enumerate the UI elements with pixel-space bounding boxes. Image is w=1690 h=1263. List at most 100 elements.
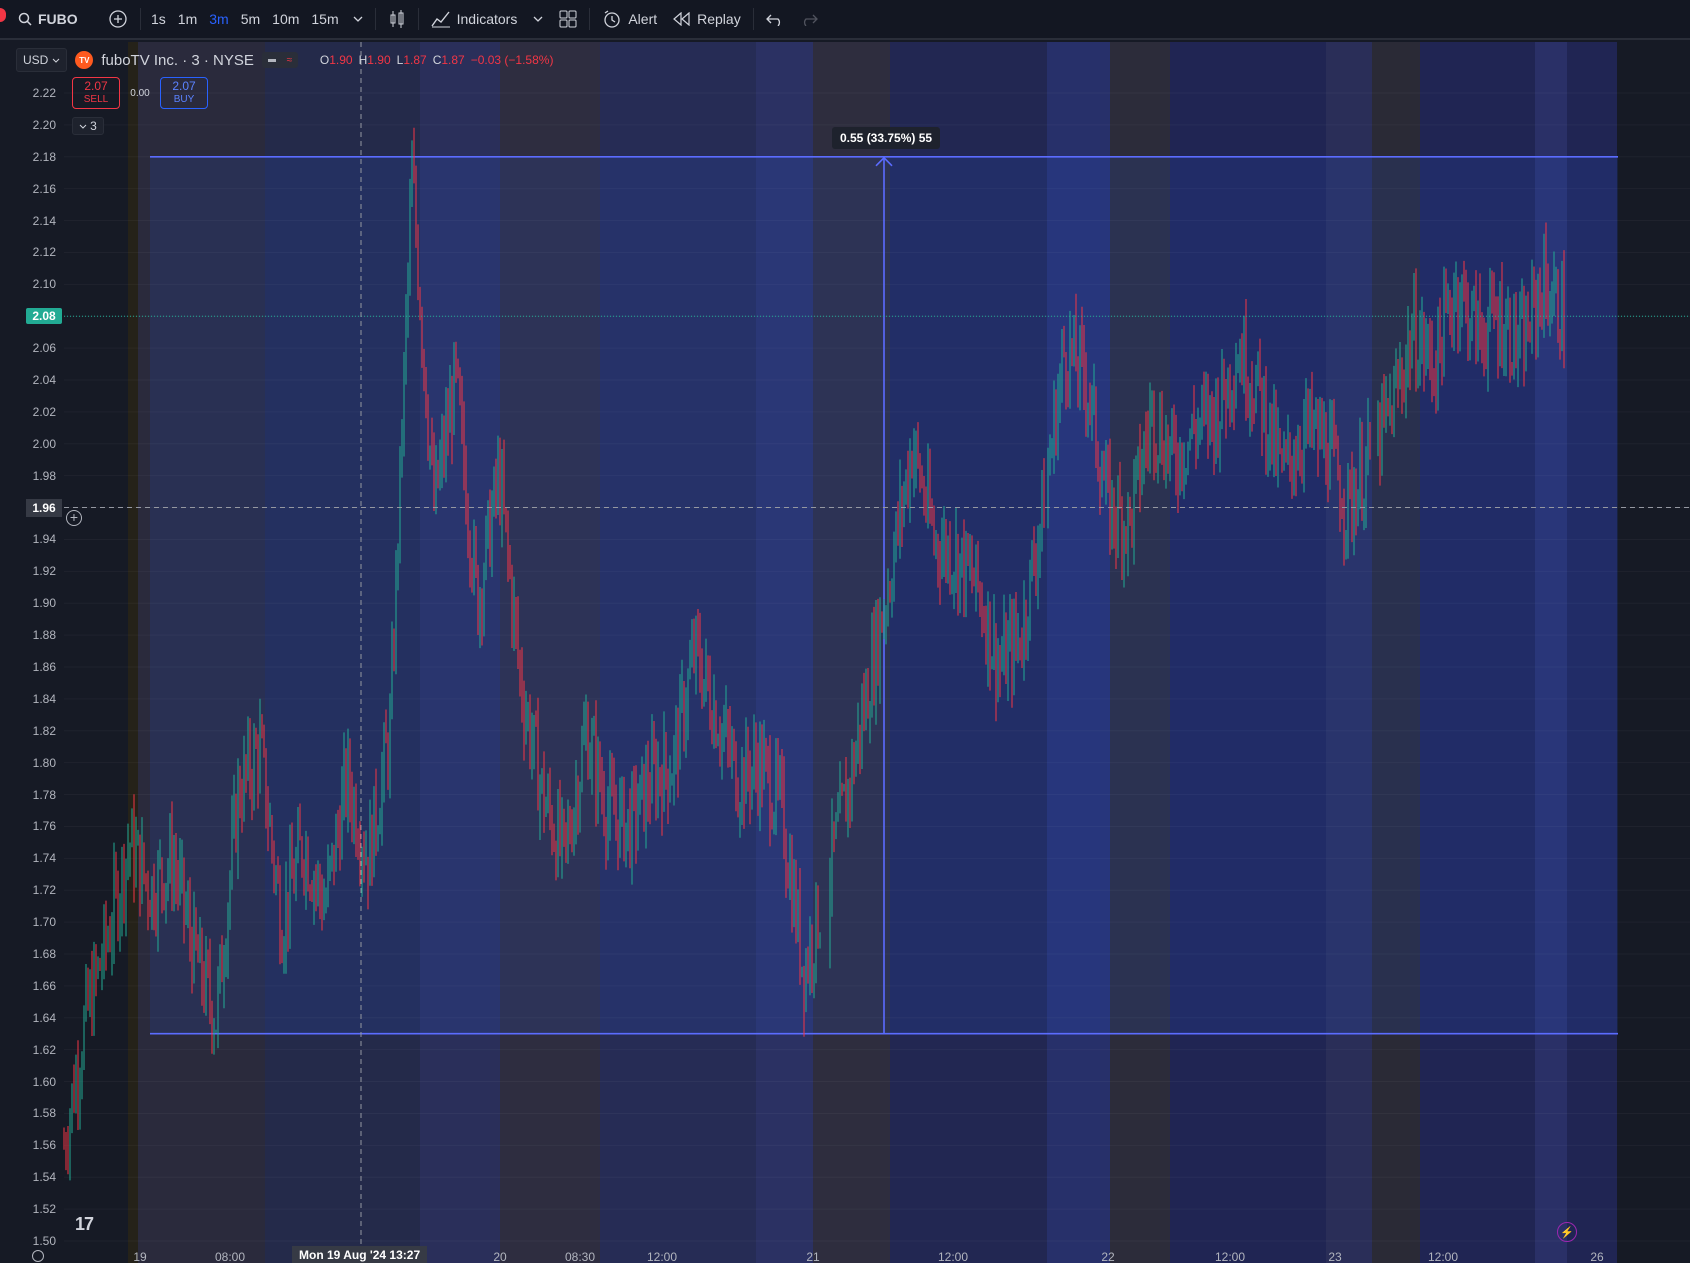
- price-tick-label: 2.16: [32, 181, 56, 196]
- chart-type-button[interactable]: [380, 0, 414, 38]
- chevron-down-icon: [533, 16, 543, 22]
- undo-button[interactable]: [758, 0, 792, 38]
- templates-button[interactable]: [551, 0, 585, 38]
- timeframe-dropdown-button[interactable]: [345, 0, 371, 38]
- price-tick-label: 1.84: [32, 691, 56, 706]
- price-tick-label: 1.98: [32, 468, 56, 483]
- time-tick-label: 20: [493, 1250, 507, 1263]
- divider: [417, 8, 419, 30]
- price-tick-label: 1.62: [32, 1042, 56, 1057]
- time-tick-label: 12:00: [1214, 1250, 1246, 1263]
- price-tick-label: 2.14: [32, 213, 56, 228]
- price-tick-label: 1.50: [32, 1234, 56, 1248]
- close-value: 1.87: [441, 53, 465, 67]
- grid-icon: [559, 10, 577, 28]
- timeframe-3m[interactable]: 3m: [203, 0, 234, 38]
- timeframe-1s[interactable]: 1s: [145, 0, 172, 38]
- price-tick-label: 2.00: [32, 436, 56, 451]
- time-tick-label: 12:00: [937, 1250, 969, 1263]
- divider: [589, 8, 591, 30]
- currency-label: USD: [23, 53, 49, 67]
- price-tick-label: 1.54: [32, 1170, 56, 1185]
- symbol-name: FUBO: [38, 11, 78, 27]
- chart-legend: USD TV fuboTV Inc. · 3 · NYSE ≈ O1.90 H1…: [16, 48, 553, 72]
- compare-symbol-button[interactable]: [100, 0, 136, 38]
- timeframe-15m[interactable]: 15m: [305, 0, 344, 38]
- chart-pane[interactable]: [0, 42, 1690, 1263]
- sell-price: 2.07: [84, 79, 108, 93]
- symbol-search-button[interactable]: FUBO: [0, 0, 100, 38]
- search-icon: [18, 12, 32, 26]
- buy-button[interactable]: 2.07 BUY: [160, 77, 208, 109]
- time-tick-label: 12:00: [1427, 1250, 1459, 1263]
- minus-icon: [267, 58, 276, 62]
- alert-button[interactable]: Alert: [594, 0, 665, 38]
- change-value: −0.03 (−1.58%): [470, 53, 554, 67]
- divider: [374, 8, 376, 30]
- candlestick-icon: [388, 9, 406, 29]
- time-tick-label: 12:00: [646, 1250, 678, 1263]
- price-tick-label: 1.52: [32, 1202, 56, 1217]
- divider: [140, 8, 141, 30]
- replay-button[interactable]: Replay: [665, 0, 749, 38]
- price-tick-label: 1.74: [32, 851, 56, 866]
- buy-label: BUY: [173, 94, 195, 105]
- top-toolbar: FUBO 1s 1m 3m 5m 10m 15m Indicators Aler…: [0, 0, 1690, 40]
- undo-icon: [765, 12, 784, 26]
- price-tick-label: 1.76: [32, 819, 56, 834]
- time-tick-label: 08:00: [214, 1250, 246, 1263]
- high-label: H: [358, 53, 368, 67]
- alert-label: Alert: [628, 11, 658, 27]
- price-tick-label: 2.06: [32, 341, 56, 356]
- price-tick-label: 1.72: [32, 883, 56, 898]
- open-value: 1.90: [329, 53, 353, 67]
- price-tick-label: 1.94: [32, 532, 56, 547]
- redo-button[interactable]: [792, 0, 826, 38]
- lightning-icon[interactable]: ⚡: [1557, 1222, 1577, 1242]
- chevron-down-icon: [353, 16, 363, 22]
- price-tick-label: 1.90: [32, 596, 56, 611]
- symbol-title[interactable]: fuboTV Inc. · 3 · NYSE: [101, 52, 254, 69]
- price-tick-label: 1.86: [32, 660, 56, 674]
- price-tick-label: 1.80: [32, 755, 56, 770]
- crosshair-price-tag: 1.96: [26, 498, 62, 517]
- price-tick-label: 1.92: [32, 564, 56, 579]
- currency-button[interactable]: USD: [16, 48, 68, 72]
- indicators-button[interactable]: Indicators: [423, 0, 526, 38]
- rewind-icon: [673, 12, 691, 26]
- price-tick-label: 1.66: [32, 978, 56, 993]
- sell-button[interactable]: 2.07 SELL: [72, 77, 120, 109]
- legend-collapse-button[interactable]: 3: [72, 117, 104, 135]
- settings-icon[interactable]: [32, 1250, 44, 1262]
- time-tick-label: 19: [133, 1250, 147, 1263]
- spread-value: 0.00: [130, 87, 150, 99]
- redo-icon: [800, 12, 818, 26]
- session-band: [128, 42, 138, 1263]
- tradingview-logo: 17: [75, 1214, 94, 1234]
- timeframe-group: 1s 1m 3m 5m 10m 15m: [145, 0, 371, 38]
- timeframe-1m[interactable]: 1m: [172, 0, 203, 38]
- trade-panel: 2.07 SELL 0.00 2.07 BUY: [72, 77, 208, 109]
- price-tick-label: 1.64: [32, 1010, 56, 1025]
- timeframe-10m[interactable]: 10m: [266, 0, 305, 38]
- high-value: 1.90: [367, 53, 391, 67]
- indicators-dropdown-button[interactable]: [525, 0, 551, 38]
- price-tick-label: 1.82: [32, 723, 56, 738]
- price-tick-label: 1.68: [32, 947, 56, 961]
- timeframe-5m[interactable]: 5m: [235, 0, 266, 38]
- chevron-down-icon: [52, 58, 60, 63]
- symbol-logo: TV: [75, 51, 94, 69]
- price-tick-label: 1.58: [32, 1106, 56, 1121]
- price-chart[interactable]: [0, 42, 1690, 1263]
- price-tick-label: 2.12: [32, 245, 56, 260]
- sell-label: SELL: [83, 94, 109, 105]
- price-tick-label: 2.10: [32, 277, 56, 292]
- right-margin: [1617, 42, 1690, 1263]
- indicators-label: Indicators: [456, 11, 518, 27]
- time-tick-label: 23: [1328, 1250, 1342, 1263]
- divider: [752, 8, 754, 30]
- low-value: 1.87: [403, 53, 427, 67]
- add-alert-plus-icon[interactable]: +: [66, 510, 82, 526]
- price-tick-label: 1.88: [32, 628, 56, 643]
- measure-tool[interactable]: [150, 155, 1618, 1035]
